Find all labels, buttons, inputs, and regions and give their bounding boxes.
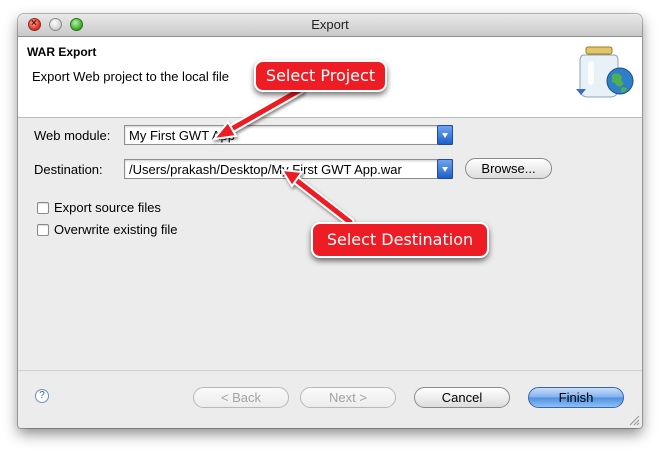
destination-label: Destination:: [34, 162, 103, 177]
help-icon[interactable]: ?: [35, 389, 49, 403]
finish-button[interactable]: Finish: [528, 387, 624, 408]
export-source-label: Export source files: [54, 200, 161, 215]
banner-description: Export Web project to the local file: [32, 69, 230, 84]
chevron-down-icon[interactable]: [437, 125, 453, 145]
footer-separator: [18, 370, 642, 371]
web-module-value: My First GWT App: [129, 128, 235, 143]
chevron-down-icon[interactable]: [437, 159, 453, 179]
export-source-checkbox[interactable]: [37, 202, 49, 214]
destination-combo[interactable]: /Users/prakash/Desktop/My First GWT App.…: [124, 159, 453, 179]
resize-grip-icon[interactable]: [628, 414, 640, 426]
jar-with-globe-icon: [576, 46, 634, 98]
web-module-label: Web module:: [34, 128, 111, 143]
browse-button[interactable]: Browse...: [465, 158, 552, 179]
web-module-combo[interactable]: My First GWT App: [124, 125, 453, 145]
overwrite-checkbox[interactable]: [37, 224, 49, 236]
window-title: Export: [311, 17, 349, 32]
select-project-callout: Select Project: [254, 60, 387, 92]
destination-value: /Users/prakash/Desktop/My First GWT App.…: [129, 162, 402, 177]
title-bar: × Export: [18, 14, 642, 37]
overwrite-label: Overwrite existing file: [54, 222, 178, 237]
cancel-button[interactable]: Cancel: [414, 387, 510, 408]
select-destination-callout: Select Destination: [311, 222, 489, 258]
banner-title: WAR Export: [27, 45, 97, 59]
next-button[interactable]: Next >: [300, 387, 396, 408]
back-button[interactable]: < Back: [193, 387, 289, 408]
